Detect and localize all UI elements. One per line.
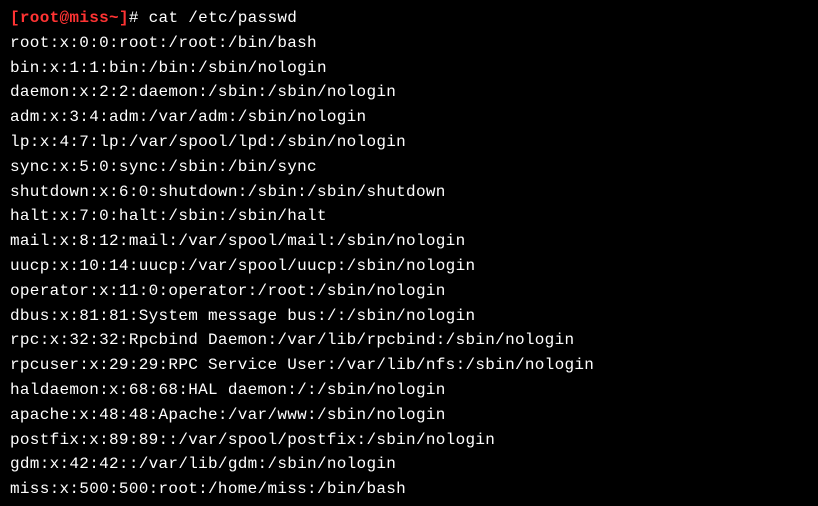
- command-prompt-line: [root@miss~]# cat /etc/passwd: [10, 6, 808, 31]
- prompt-close-bracket: ]: [119, 9, 129, 27]
- command-input: cat /etc/passwd: [149, 9, 298, 27]
- output-line: adm:x:3:4:adm:/var/adm:/sbin/nologin: [10, 105, 808, 130]
- output-line: sync:x:5:0:sync:/sbin:/bin/sync: [10, 155, 808, 180]
- output-line: shutdown:x:6:0:shutdown:/sbin:/sbin/shut…: [10, 180, 808, 205]
- output-line: rpc:x:32:32:Rpcbind Daemon:/var/lib/rpcb…: [10, 328, 808, 353]
- output-line: operator:x:11:0:operator:/root:/sbin/nol…: [10, 279, 808, 304]
- prompt-open-bracket: [: [10, 9, 20, 27]
- prompt-tilde: ~: [109, 9, 119, 27]
- prompt-hash: #: [129, 9, 139, 27]
- terminal-window[interactable]: [root@miss~]# cat /etc/passwd root:x:0:0…: [10, 6, 808, 502]
- command-text: [139, 9, 149, 27]
- output-line: miss:x:500:500:root:/home/miss:/bin/bash: [10, 477, 808, 502]
- prompt-at: @: [60, 9, 70, 27]
- output-line: apache:x:48:48:Apache:/var/www:/sbin/nol…: [10, 403, 808, 428]
- output-line: lp:x:4:7:lp:/var/spool/lpd:/sbin/nologin: [10, 130, 808, 155]
- output-line: rpcuser:x:29:29:RPC Service User:/var/li…: [10, 353, 808, 378]
- prompt-user: root: [20, 9, 60, 27]
- output-line: postfix:x:89:89::/var/spool/postfix:/sbi…: [10, 428, 808, 453]
- output-line: root:x:0:0:root:/root:/bin/bash: [10, 31, 808, 56]
- output-line: bin:x:1:1:bin:/bin:/sbin/nologin: [10, 56, 808, 81]
- output-line: gdm:x:42:42::/var/lib/gdm:/sbin/nologin: [10, 452, 808, 477]
- output-line: halt:x:7:0:halt:/sbin:/sbin/halt: [10, 204, 808, 229]
- output-line: daemon:x:2:2:daemon:/sbin:/sbin/nologin: [10, 80, 808, 105]
- output-line: uucp:x:10:14:uucp:/var/spool/uucp:/sbin/…: [10, 254, 808, 279]
- output-line: mail:x:8:12:mail:/var/spool/mail:/sbin/n…: [10, 229, 808, 254]
- command-output: root:x:0:0:root:/root:/bin/bashbin:x:1:1…: [10, 31, 808, 502]
- prompt-host: miss: [69, 9, 109, 27]
- output-line: haldaemon:x:68:68:HAL daemon:/:/sbin/nol…: [10, 378, 808, 403]
- output-line: dbus:x:81:81:System message bus:/:/sbin/…: [10, 304, 808, 329]
